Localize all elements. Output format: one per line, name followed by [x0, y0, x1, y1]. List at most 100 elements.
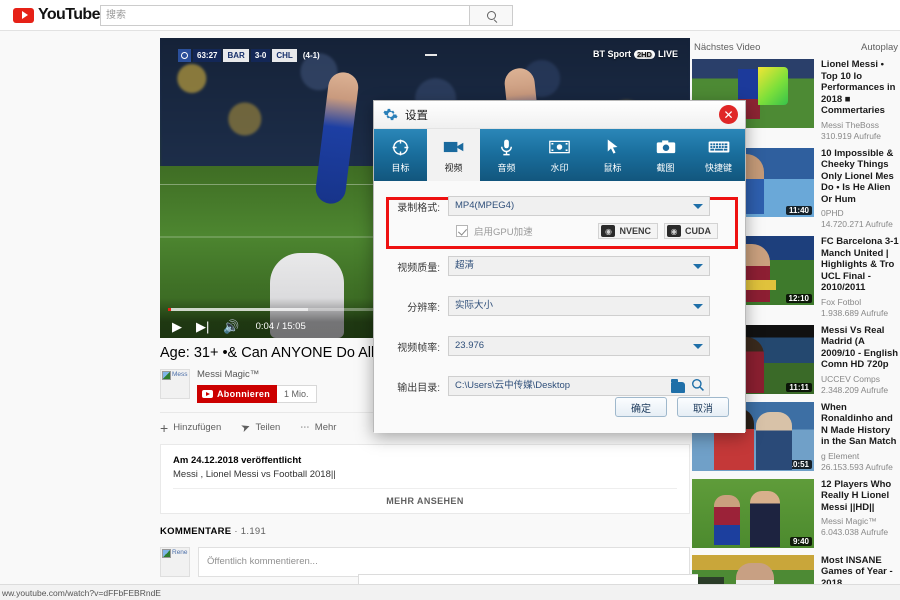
quality-select[interactable]: 超清 — [448, 256, 710, 276]
progress-buffered — [168, 308, 308, 311]
match-score: 3-0 — [250, 49, 271, 62]
video-title[interactable]: Messi Vs Real Madrid (A 2009/10 - Englis… — [821, 325, 900, 371]
folder-icon[interactable] — [671, 379, 685, 393]
video-thumbnail[interactable]: 9:40 — [692, 478, 814, 548]
more-button[interactable]: ⋯ Mehr — [300, 422, 336, 433]
tab-video[interactable]: 视频 — [427, 129, 480, 181]
youtube-play-icon — [13, 7, 34, 23]
cursor-icon — [604, 136, 622, 158]
video-duration: 11:40 — [785, 205, 812, 215]
video-title[interactable]: When Ronaldinho and N Made History in th… — [821, 402, 900, 448]
user-avatar: Rene — [160, 547, 190, 577]
broadcaster-badge: 2HD — [633, 49, 655, 59]
watermark-icon — [549, 136, 570, 158]
nvidia-chip-icon: ◉ — [601, 225, 616, 237]
chevron-down-icon — [693, 204, 703, 209]
video-title[interactable]: FC Barcelona 3-1 Manch United | Highligh… — [821, 236, 900, 294]
status-bar: ww.youtube.com/watch?v=dFFbFEBRndE — [0, 584, 900, 600]
nvenc-label: NVENC — [619, 226, 651, 236]
nvenc-badge: ◉ NVENC — [598, 223, 658, 239]
gpu-checkbox[interactable] — [456, 225, 468, 237]
next-video-label: Nächstes Video — [694, 42, 761, 53]
progress-played — [168, 308, 171, 311]
keyboard-icon — [708, 136, 730, 158]
video-title[interactable]: Lionel Messi • Top 10 Io Performances in… — [821, 59, 900, 117]
search-input[interactable]: 搜索 — [100, 5, 470, 26]
gpu-acceleration-row: 启用GPU加速 ◉ NVENC ◉ CUDA — [456, 221, 718, 241]
microphone-icon — [497, 136, 516, 158]
plus-icon: + — [160, 419, 169, 436]
video-meta: Lionel Messi • Top 10 Io Performances in… — [821, 59, 900, 141]
youtube-logo[interactable]: YouTube — [13, 6, 100, 24]
tab-target[interactable]: 目标 — [374, 129, 427, 181]
framerate-value: 23.976 — [455, 340, 485, 351]
cancel-button[interactable]: 取消 — [677, 397, 729, 417]
video-title[interactable]: 10 Impossible & Cheeky Things Only Lione… — [821, 148, 900, 206]
taskbar-segment — [358, 574, 698, 584]
ok-button[interactable]: 确定 — [615, 397, 667, 417]
gear-icon — [383, 107, 398, 122]
framerate-row: 视频帧率: 23.976 — [374, 335, 745, 357]
subscribe-row: Abonnieren 1 Mio. — [197, 385, 317, 403]
browse-search-icon[interactable] — [691, 378, 705, 397]
tab-label: 水印 — [550, 163, 569, 173]
next-track-icon[interactable]: ▶| — [196, 320, 209, 333]
video-duration: 10:51 — [785, 459, 812, 469]
video-title[interactable]: 12 Players Who Really H Lionel Messi ||H… — [821, 479, 900, 514]
format-label: 录制格式: — [397, 202, 440, 214]
share-button[interactable]: ➤ Teilen — [240, 421, 281, 435]
video-views: 2.348.209 Aufrufe — [821, 384, 889, 395]
video-meta: When Ronaldinho and N Made History in th… — [821, 402, 900, 472]
format-select[interactable]: MP4(MPEG4) — [448, 196, 710, 216]
youtube-logo-text: YouTube — [38, 6, 100, 23]
time-display: 0:04 / 15:05 — [255, 321, 306, 332]
target-icon — [391, 136, 410, 158]
list-item[interactable]: 9:40 12 Players Who Really H Lionel Mess… — [692, 478, 900, 548]
channel-name[interactable]: Messi Magic™ — [197, 369, 317, 380]
video-views: 14.720.271 Aufrufe — [821, 219, 893, 229]
quality-row: 视频质量: 超清 — [374, 255, 745, 277]
tab-hotkeys[interactable]: 快捷键 — [692, 129, 745, 181]
channel-avatar-alt: Mess — [172, 371, 188, 378]
add-to-label: Hinzufügen — [173, 422, 222, 433]
tab-label: 视频 — [444, 163, 463, 173]
video-meta: 10 Impossible & Cheeky Things Only Lione… — [821, 148, 900, 230]
add-to-button[interactable]: + Hinzufügen — [160, 419, 222, 436]
video-channel: 0PHD — [821, 208, 844, 218]
comment-compose-row: Rene Öffentlich kommentieren... — [160, 547, 690, 577]
output-dir-label: 输出目录: — [397, 382, 440, 394]
autoplay-toggle[interactable]: Autoplay — [861, 42, 898, 53]
resolution-select[interactable]: 实际大小 — [448, 296, 710, 316]
minimize-overlay-icon — [425, 54, 437, 56]
status-url: ww.youtube.com/watch?v=dFFbFEBRndE — [2, 587, 161, 598]
video-camera-icon — [443, 136, 465, 158]
show-more-button[interactable]: MEHR ANSEHEN — [173, 488, 677, 513]
video-views: 310.919 Aufrufe — [821, 130, 882, 141]
framerate-select[interactable]: 23.976 — [448, 336, 710, 356]
channel-avatar[interactable]: Mess — [160, 369, 190, 399]
competition-icon — [178, 49, 191, 62]
comment-input[interactable]: Öffentlich kommentieren... — [198, 547, 690, 577]
tab-audio[interactable]: 音频 — [480, 129, 533, 181]
quality-label: 视频质量: — [397, 262, 440, 274]
play-icon[interactable]: ▶ — [172, 320, 182, 333]
format-row: 录制格式: MP4(MPEG4) — [374, 195, 745, 217]
close-icon[interactable]: ✕ — [719, 105, 738, 124]
tab-mouse[interactable]: 鼠标 — [586, 129, 639, 181]
match-clock: 63:27 — [193, 49, 222, 62]
live-badge: LIVE — [657, 49, 678, 59]
dialog-titlebar[interactable]: 设置 ✕ — [374, 101, 745, 129]
tab-label: 截图 — [656, 163, 675, 173]
broadcaster-overlay: BT Sport 2HD LIVE — [593, 49, 678, 59]
share-label: Teilen — [255, 422, 281, 433]
subscribe-button[interactable]: Abonnieren — [197, 385, 278, 403]
video-channel: g Element — [821, 450, 860, 461]
tab-screenshot[interactable]: 截图 — [639, 129, 692, 181]
video-meta: 12 Players Who Really H Lionel Messi ||H… — [821, 479, 900, 548]
cuda-chip-icon: ◉ — [667, 225, 681, 237]
search-button[interactable] — [470, 5, 513, 26]
tab-watermark[interactable]: 水印 — [533, 129, 586, 181]
publish-date: Am 24.12.2018 veröffentlicht — [173, 455, 302, 466]
volume-icon[interactable]: 🔊 — [223, 320, 239, 333]
channel-info: Messi Magic™ Abonnieren 1 Mio. — [197, 369, 317, 403]
